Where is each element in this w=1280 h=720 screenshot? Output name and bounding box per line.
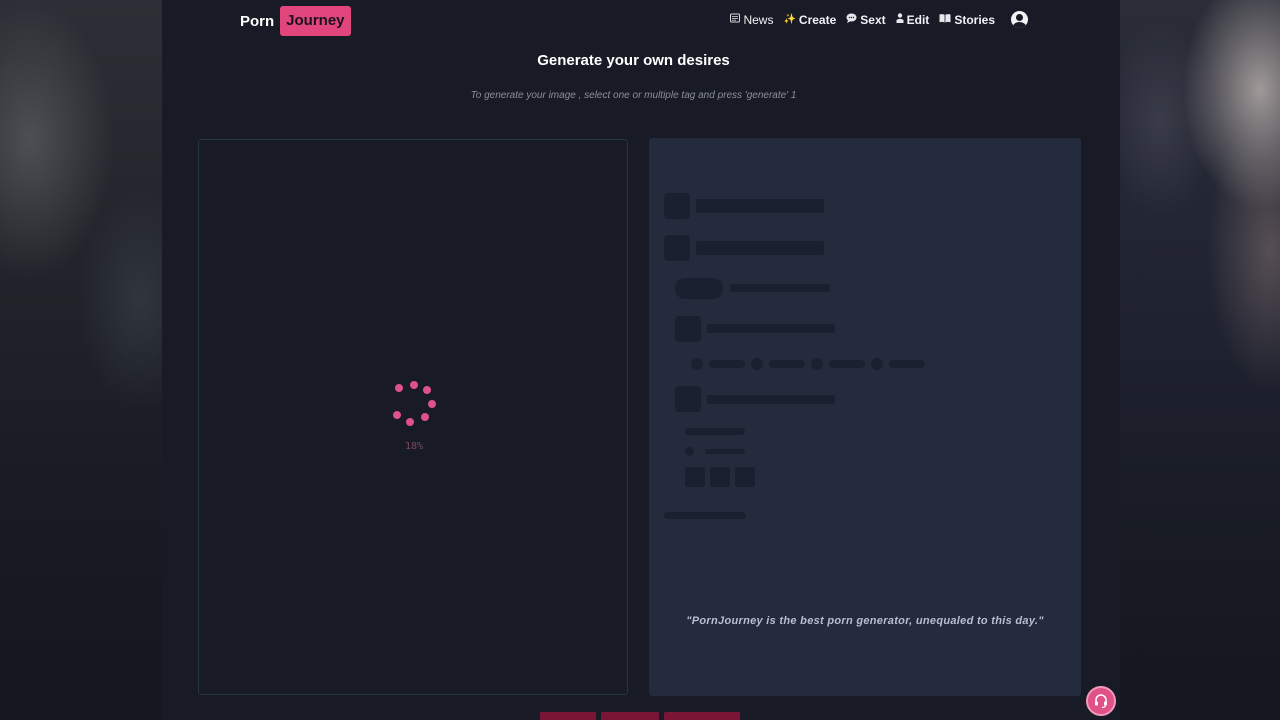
skeleton-bar <box>696 199 824 213</box>
skeleton-bar <box>705 449 745 454</box>
nav-item-create[interactable]: ✨ Create <box>783 13 836 27</box>
skeleton-square <box>675 386 701 412</box>
skeleton-square <box>675 316 701 342</box>
testimonial-quote: "PornJourney is the best porn generator,… <box>686 615 1044 627</box>
skeleton-bar <box>696 241 824 255</box>
generation-progress-text: 18% <box>404 441 424 452</box>
skeleton-dot <box>685 447 694 456</box>
bottom-action-button[interactable] <box>601 712 659 720</box>
spinner-dot <box>428 400 436 408</box>
support-chat-button[interactable] <box>1086 686 1116 716</box>
person-icon <box>896 13 904 26</box>
skeleton-dot <box>691 358 703 370</box>
spinner-dot <box>423 386 431 394</box>
nav-label-sext: Sext <box>860 12 886 27</box>
skeleton-square <box>664 193 690 219</box>
spinner-dot <box>421 413 429 421</box>
spinner-dot <box>393 411 401 419</box>
sparkles-icon: ✨ <box>783 14 796 25</box>
headset-support-icon <box>1095 694 1107 709</box>
user-circle-icon[interactable] <box>1011 11 1028 28</box>
spinner-dot <box>395 384 403 392</box>
nav-item-sext[interactable]: Sext <box>846 12 886 27</box>
avatar-head-shape <box>1016 14 1023 21</box>
spinner-dot <box>406 418 414 426</box>
skeleton-square <box>664 235 690 261</box>
top-nav: News ✨ Create Sext Edit Stories <box>730 11 1028 28</box>
skeleton-bar <box>707 324 835 333</box>
skeleton-bar <box>889 360 925 368</box>
skeleton-bar <box>829 360 865 368</box>
skeleton-dot <box>811 358 823 370</box>
skeleton-bar <box>664 512 746 519</box>
newspaper-icon <box>730 13 741 26</box>
skeleton-bar <box>707 395 835 404</box>
bottom-action-button[interactable] <box>540 712 596 720</box>
site-logo[interactable]: Porn Journey <box>240 6 351 36</box>
nav-item-news[interactable]: News <box>730 13 773 27</box>
book-icon <box>939 13 951 26</box>
nav-label-news: News <box>743 12 774 27</box>
skeleton-dot <box>751 358 763 370</box>
skeleton-square <box>710 467 730 487</box>
logo-text-porn: Porn <box>240 12 275 30</box>
nav-label-create: Create <box>798 12 837 27</box>
skeleton-bar <box>685 428 745 435</box>
main-content: Porn Journey News ✨ Create Sext Edit Sto… <box>162 0 1120 720</box>
nav-item-stories[interactable]: Stories <box>939 13 995 27</box>
skeleton-bar <box>709 360 745 368</box>
bottom-action-button[interactable] <box>664 712 740 720</box>
image-generation-canvas: 18% <box>198 139 628 695</box>
skeleton-bar <box>769 360 805 368</box>
nav-item-edit[interactable]: Edit <box>896 12 930 27</box>
nav-label-stories: Stories <box>954 12 995 27</box>
tag-options-panel: "PornJourney is the best porn generator,… <box>649 138 1081 696</box>
skeleton-pill <box>675 278 723 299</box>
skeleton-square <box>685 467 705 487</box>
skeleton-bar <box>730 284 830 292</box>
logo-text-journey: Journey <box>280 6 351 36</box>
spinner-dot <box>410 381 418 389</box>
avatar-body-shape <box>1013 22 1026 28</box>
skeleton-dot <box>871 358 883 370</box>
blurred-background-right <box>1120 0 1280 720</box>
loading-spinner-icon <box>393 380 443 430</box>
page-title: Generate your own desires <box>537 52 730 69</box>
skeleton-square <box>735 467 755 487</box>
page-subtitle: To generate your image , select one or m… <box>470 90 797 101</box>
chat-bubble-icon <box>846 13 857 26</box>
nav-label-edit: Edit <box>906 12 930 27</box>
blurred-background-left <box>0 0 162 720</box>
